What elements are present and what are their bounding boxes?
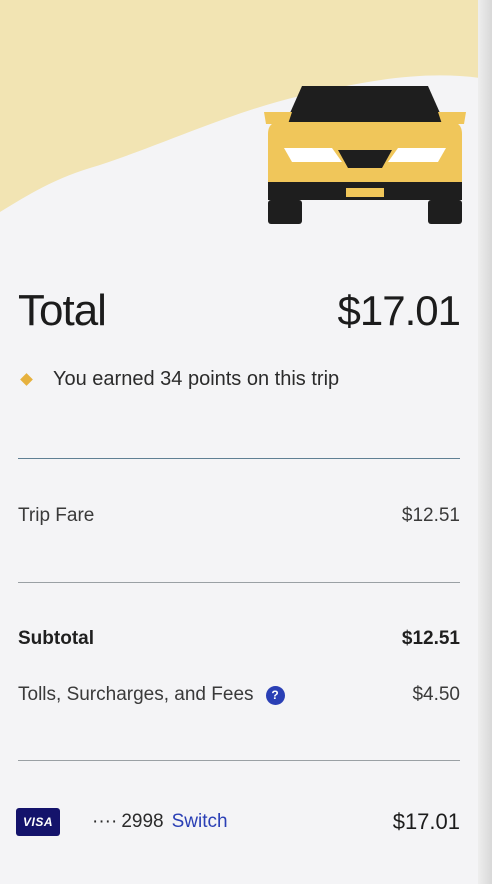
diamond-icon xyxy=(20,373,33,386)
trip-fare-row: Trip Fare $12.51 xyxy=(18,505,460,527)
divider xyxy=(18,582,460,583)
visa-card-icon: VISA xyxy=(16,808,60,836)
divider xyxy=(18,760,460,761)
taxi-car-icon xyxy=(264,86,466,224)
fees-label-group: Tolls, Surcharges, and Fees ? xyxy=(18,684,285,706)
payment-row: VISA ···· 2998 Switch $17.01 xyxy=(16,808,460,836)
card-mask: ···· xyxy=(92,811,118,832)
question-circle-icon[interactable]: ? xyxy=(265,685,285,705)
points-text: You earned 34 points on this trip xyxy=(53,368,340,390)
trip-fare-amount: $12.51 xyxy=(401,505,460,526)
payment-method: VISA ···· 2998 Switch xyxy=(16,808,228,836)
total-row: Total $17.01 xyxy=(18,286,461,336)
switch-payment-link[interactable]: Switch xyxy=(172,811,228,833)
screen-edge xyxy=(478,0,492,884)
receipt-screen: Total $17.01 You earned 34 points on thi… xyxy=(0,0,492,884)
subtotal-amount: $12.51 xyxy=(401,628,460,649)
fees-amount: $4.50 xyxy=(412,684,460,705)
subtotal-row: Subtotal $12.51 xyxy=(18,628,460,650)
total-label: Total xyxy=(18,286,107,335)
divider xyxy=(18,458,460,459)
subtotal-label: Subtotal xyxy=(18,628,94,649)
fees-row: Tolls, Surcharges, and Fees ? $4.50 xyxy=(18,684,460,706)
fees-label: Tolls, Surcharges, and Fees xyxy=(18,684,254,705)
card-last4: 2998 xyxy=(121,811,164,832)
charged-amount: $17.01 xyxy=(392,809,460,834)
points-earned: You earned 34 points on this trip xyxy=(20,368,340,391)
trip-fare-label: Trip Fare xyxy=(18,505,95,526)
total-amount: $17.01 xyxy=(337,287,461,334)
